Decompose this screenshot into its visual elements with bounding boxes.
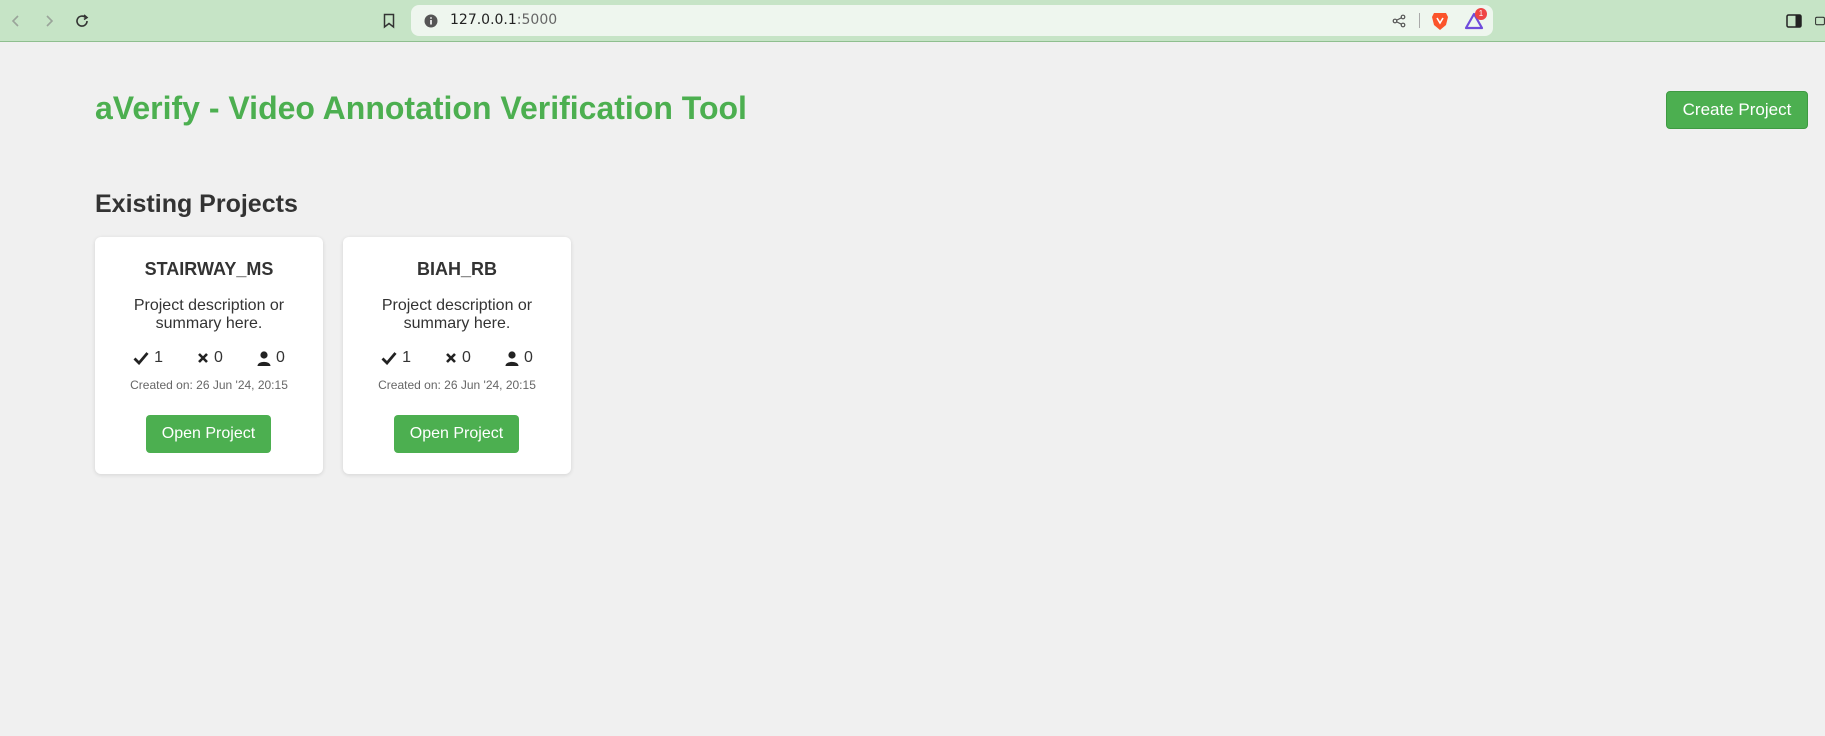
app-title: aVerify - Video Annotation Verification … (95, 90, 747, 126)
verified-stat: 1 (381, 349, 411, 367)
wallet-icon[interactable] (1815, 12, 1825, 30)
project-stats: 1 0 0 (343, 349, 571, 367)
created-date: Created on: 26 Jun '24, 20:15 (130, 378, 288, 392)
verified-stat: 1 (133, 349, 163, 367)
sidebar-icon (1786, 14, 1802, 28)
users-stat: 0 (257, 349, 285, 367)
section-title: Existing Projects (95, 190, 298, 218)
url-port: :5000 (516, 12, 558, 28)
create-project-button[interactable]: Create Project (1666, 91, 1808, 129)
created-date: Created on: 26 Jun '24, 20:15 (378, 378, 536, 392)
bookmark-button[interactable] (380, 11, 398, 31)
url-host: 127.0.0.1 (450, 12, 517, 28)
checkmark-icon (381, 352, 397, 365)
project-name: STAIRWAY_MS (144, 259, 274, 279)
project-stats: 1 0 0 (95, 349, 323, 367)
reload-button[interactable] (69, 8, 95, 34)
user-icon (505, 350, 519, 366)
reload-icon (76, 14, 89, 27)
forward-arrow-icon (46, 15, 54, 27)
rejected-count: 0 (462, 349, 471, 366)
user-icon (257, 350, 271, 366)
address-bar[interactable]: 127.0.0.1:5000 1 (411, 5, 1493, 36)
verified-count: 1 (154, 349, 164, 366)
checkmark-icon (133, 352, 149, 365)
rewards-badge: 1 (1475, 8, 1487, 20)
url-text: 127.0.0.1:5000 (450, 12, 557, 28)
users-count: 0 (275, 349, 285, 366)
rejected-stat: 0 (445, 349, 471, 367)
forward-button[interactable] (36, 8, 62, 34)
project-card: STAIRWAY_MS Project description or summa… (95, 237, 323, 474)
project-name: BIAH_RB (416, 259, 497, 279)
browser-toolbar: 127.0.0.1:5000 1 (0, 0, 1825, 42)
share-icon[interactable] (1391, 13, 1407, 29)
verified-count: 1 (402, 349, 412, 366)
site-info-icon[interactable] (423, 13, 438, 28)
rejected-count: 0 (214, 349, 223, 366)
users-stat: 0 (505, 349, 533, 367)
brave-rewards-icon[interactable]: 1 (1463, 8, 1487, 31)
cross-icon (198, 353, 208, 363)
project-description: Project description or summary here. (133, 297, 285, 332)
bookmark-icon (383, 13, 395, 29)
back-button[interactable] (3, 8, 29, 34)
users-count: 0 (523, 349, 533, 366)
brave-shields-icon[interactable] (1430, 11, 1450, 31)
back-arrow-icon (11, 15, 19, 27)
project-card: BIAH_RB Project description or summary h… (343, 237, 571, 474)
open-project-button[interactable]: Open Project (394, 415, 519, 453)
address-divider (1419, 13, 1420, 28)
cross-icon (446, 353, 456, 363)
sidebar-toggle-button[interactable] (1785, 12, 1803, 30)
rejected-stat: 0 (197, 349, 223, 367)
project-description: Project description or summary here. (381, 297, 533, 332)
open-project-button[interactable]: Open Project (146, 415, 271, 453)
